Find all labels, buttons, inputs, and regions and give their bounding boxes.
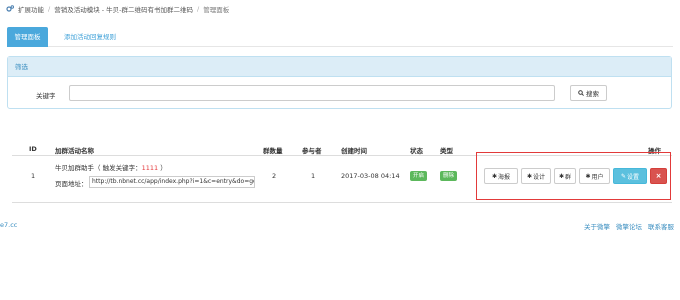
- keyword-label: 关键字: [36, 92, 56, 100]
- th-groups: 群数量: [263, 147, 283, 155]
- search-button-label: 搜索: [586, 90, 599, 98]
- page-url-field[interactable]: http://tb.nbnet.cc/app/index.php?i=1&c=e…: [89, 176, 255, 188]
- search-button[interactable]: 搜索: [570, 85, 607, 101]
- activity-name-prefix: 牛贝加群助手（ 触发关键字：: [55, 164, 142, 172]
- breadcrumb-current: 管理面板: [203, 6, 230, 14]
- design-button[interactable]: ✱ 设计: [521, 168, 551, 184]
- activity-name-suffix: ）: [158, 164, 167, 172]
- page-url-label: 页面地址：: [55, 180, 88, 188]
- footer-link-about[interactable]: 关于微擎: [584, 221, 610, 231]
- group-button[interactable]: ✱ 群: [554, 168, 576, 184]
- breadcrumb: 扩展功能 / 营销及活动模块 - 牛贝-群二维码有书加群二维码 / 管理面板: [6, 3, 229, 15]
- th-name: 加群活动名称: [55, 147, 94, 155]
- gear-icon: ✱: [585, 172, 591, 180]
- delete-button[interactable]: ×: [650, 168, 667, 184]
- status-badge[interactable]: 开启: [410, 171, 428, 181]
- filter-panel: 筛选 关键字 搜索: [7, 56, 672, 109]
- footer-links: 关于微擎 微擎论坛 联系客服: [584, 221, 674, 231]
- gear-icon: ✱: [491, 172, 497, 180]
- users-button-label: 用户: [591, 173, 604, 181]
- edit-icon: ✎: [620, 172, 626, 180]
- settings-button[interactable]: ✎ 设置: [613, 168, 647, 184]
- operations-highlight: ✱ 海报 ✱ 设计 ✱ 群 ✱ 用户 ✎ 设置 ×: [476, 152, 671, 200]
- th-created: 创建时间: [341, 147, 367, 155]
- tab-add-reply-rule[interactable]: 添加活动回复规则: [56, 27, 124, 47]
- breadcrumb-separator: /: [48, 5, 51, 13]
- cell-activity-name: 牛贝加群助手（ 触发关键字：1111 ）: [55, 162, 167, 172]
- th-type: 类型: [440, 147, 453, 155]
- type-badge: 删除: [440, 171, 458, 181]
- breadcrumb-separator: /: [197, 5, 200, 13]
- th-id: ID: [29, 145, 37, 153]
- footer-link-forum[interactable]: 微擎论坛: [616, 221, 642, 231]
- close-icon: ×: [655, 172, 662, 180]
- footer-link-support[interactable]: 联系客服: [648, 221, 674, 231]
- cell-created: 2017-03-08 04:14: [341, 172, 400, 180]
- cell-groups: 2: [272, 172, 277, 180]
- poster-button[interactable]: ✱ 海报: [484, 168, 518, 184]
- settings-button-label: 设置: [627, 173, 640, 181]
- table-row-divider: [12, 202, 672, 203]
- search-icon: [578, 90, 584, 96]
- filter-title: 筛选: [8, 57, 671, 77]
- breadcrumb-extensions[interactable]: 扩展功能: [18, 4, 44, 14]
- design-button-label: 设计: [533, 173, 546, 181]
- gear-icon: ✱: [558, 172, 564, 180]
- th-participants: 参与者: [302, 147, 322, 155]
- trigger-keyword: 1111: [141, 164, 159, 172]
- tab-bar: 管理面板 添加活动回复规则: [7, 27, 673, 47]
- footer-copyright[interactable]: e7.cc: [0, 221, 17, 229]
- breadcrumb-module[interactable]: 营销及活动模块 - 牛贝-群二维码有书加群二维码: [54, 4, 193, 14]
- poster-button-label: 海报: [498, 173, 511, 181]
- cell-id: 1: [31, 172, 36, 180]
- group-button-label: 群: [565, 173, 572, 181]
- cell-participants: 1: [311, 172, 316, 180]
- gear-icon: ✱: [526, 172, 532, 180]
- th-status: 状态: [410, 147, 423, 155]
- tab-manage-panel[interactable]: 管理面板: [7, 27, 48, 47]
- keyword-input[interactable]: [69, 85, 555, 101]
- users-button[interactable]: ✱ 用户: [579, 168, 610, 184]
- cogs-icon: [6, 5, 14, 13]
